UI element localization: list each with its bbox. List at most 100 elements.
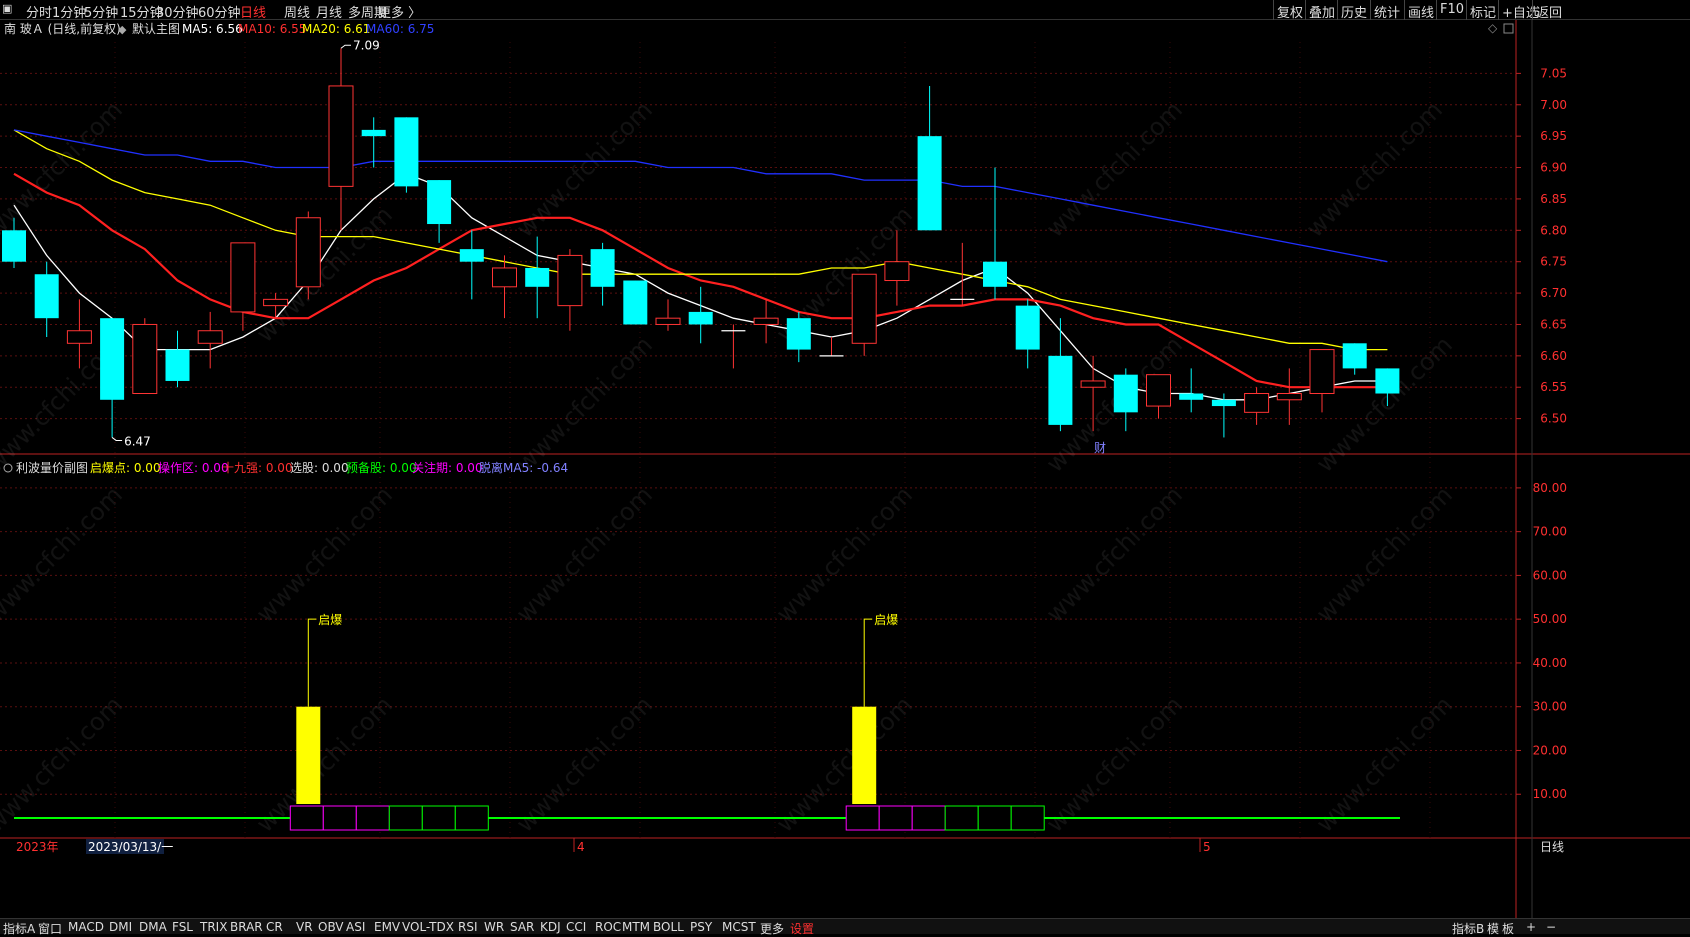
toolbar-button-7[interactable]: +自选 bbox=[1502, 2, 1539, 21]
candle-body-up bbox=[1244, 393, 1270, 413]
bottom-right-button-1[interactable]: 模 bbox=[1487, 920, 1499, 937]
indicator-tab-17[interactable]: KDJ bbox=[540, 920, 561, 934]
y-tick-label: 70.00 bbox=[1533, 525, 1567, 539]
sub-indicator-0: 启爆点: 0.00 bbox=[90, 461, 161, 475]
candle-body-up bbox=[66, 330, 92, 344]
watermark-text: www.cfchi.com bbox=[0, 96, 128, 243]
panel-maximize-icon bbox=[1503, 23, 1514, 34]
indicator-tab-25[interactable]: 设置 bbox=[790, 920, 814, 937]
indicator-tab-0[interactable]: 指标A bbox=[3, 920, 35, 937]
toolbar-button-8[interactable]: 返回 bbox=[1536, 2, 1562, 21]
stock-title: 南 玻Ａ (日线,前复权) bbox=[4, 21, 121, 36]
watermark-text: www.cfchi.com bbox=[771, 481, 918, 628]
period-tab-1[interactable]: 1分钟 bbox=[52, 2, 86, 21]
bottom-right-button-0[interactable]: 指标B bbox=[1452, 920, 1484, 937]
indicator-tab-22[interactable]: PSY bbox=[690, 920, 712, 934]
indicator-tab-9[interactable]: VR bbox=[296, 920, 313, 934]
toolbar-button-3[interactable]: 统计 bbox=[1374, 2, 1400, 21]
sub-indicator-3: 选股: 0.00 bbox=[290, 461, 349, 475]
indicator-tab-8[interactable]: CR bbox=[266, 920, 283, 934]
period-tab-7[interactable]: 周线 bbox=[284, 2, 310, 21]
bottom-right-button-2[interactable]: 板 bbox=[1502, 920, 1514, 937]
y-tick-label: 50.00 bbox=[1533, 612, 1567, 626]
candle-body-down bbox=[590, 249, 615, 287]
candle-body-up bbox=[1080, 380, 1106, 388]
y-tick-label: 10.00 bbox=[1533, 787, 1567, 801]
indicator-tab-10[interactable]: OBV bbox=[318, 920, 344, 934]
period-tab-4[interactable]: 30分钟 bbox=[156, 2, 199, 21]
period-tab-6[interactable]: 日线 bbox=[240, 2, 266, 21]
ma-line-ma60 bbox=[13, 129, 1388, 263]
indicator-tab-16[interactable]: SAR bbox=[510, 920, 534, 934]
indicator-tab-6[interactable]: TRIX bbox=[200, 920, 227, 934]
candle-body-down bbox=[1342, 343, 1367, 369]
candle-body-up bbox=[884, 261, 910, 282]
period-tab-5[interactable]: 60分钟 bbox=[198, 2, 241, 21]
indicator-tab-13[interactable]: VOL-TDX bbox=[402, 920, 454, 934]
candle-body-down bbox=[34, 274, 59, 319]
candle-body-up bbox=[753, 317, 779, 325]
indicator-tab-18[interactable]: CCI bbox=[566, 920, 586, 934]
panel-diamond-icon: ◇ bbox=[1488, 21, 1498, 35]
indicator-tab-5[interactable]: FSL bbox=[172, 920, 193, 934]
indicator-tab-12[interactable]: EMV bbox=[374, 920, 400, 934]
indicator-tab-15[interactable]: WR bbox=[484, 920, 504, 934]
zone-box bbox=[289, 805, 324, 831]
indicator-tab-4[interactable]: DMA bbox=[139, 920, 167, 934]
bottom-right-button-3[interactable]: + bbox=[1526, 920, 1536, 934]
toolbar-button-5[interactable]: F10 bbox=[1440, 2, 1464, 17]
indicator-tab-2[interactable]: MACD bbox=[68, 920, 104, 934]
watermark-text: www.cfchi.com bbox=[1041, 96, 1188, 243]
stock-chart[interactable]: www.cfchi.com www.cfchi.com www.cfchi.com w… bbox=[0, 20, 1690, 918]
candle-body-down bbox=[1211, 399, 1236, 407]
indicator-tab-23[interactable]: MCST bbox=[722, 920, 756, 934]
candle-body-up bbox=[1309, 349, 1335, 395]
ma60-value: MA60: 6.75 bbox=[366, 22, 434, 36]
high-marker-label: 7.09 bbox=[353, 38, 380, 52]
x-year-label: 2023年 bbox=[16, 840, 59, 854]
period-tab-2[interactable]: 5分钟 bbox=[84, 2, 118, 21]
low-marker-line bbox=[111, 437, 123, 441]
candlestick-series bbox=[2, 48, 1400, 438]
zone-box bbox=[878, 805, 913, 831]
low-marker-label: 6.47 bbox=[124, 434, 151, 448]
zone-box bbox=[355, 805, 390, 831]
indicator-tab-3[interactable]: DMI bbox=[109, 920, 132, 934]
template-arrow-icon: ◆ bbox=[118, 23, 127, 36]
indicator-tab-21[interactable]: BOLL bbox=[653, 920, 684, 934]
y-tick-label: 6.55 bbox=[1540, 380, 1567, 394]
indicator-tab-1[interactable]: 窗口 bbox=[38, 920, 62, 937]
candle-body-up bbox=[851, 273, 877, 344]
toolbar-separator bbox=[1273, 0, 1274, 20]
app-menu-icon[interactable]: ▣ bbox=[2, 2, 12, 15]
watermark-text: www.cfchi.com bbox=[511, 481, 658, 628]
period-label: 日线 bbox=[1540, 840, 1564, 854]
toolbar-separator bbox=[1305, 0, 1306, 20]
zone-box bbox=[388, 805, 423, 831]
candle-body-down bbox=[623, 280, 648, 325]
candle-body-up bbox=[655, 317, 681, 325]
candle-body-down bbox=[427, 180, 452, 225]
toolbar-button-4[interactable]: 画线 bbox=[1408, 2, 1434, 21]
candle-body-up bbox=[132, 323, 158, 395]
candle-body-up bbox=[492, 267, 517, 288]
period-tab-10[interactable]: 更多 〉 bbox=[378, 2, 421, 21]
indicator-tab-24[interactable]: 更多 bbox=[760, 920, 784, 937]
indicator-tab-7[interactable]: BRAR bbox=[230, 920, 263, 934]
y-tick-label: 80.00 bbox=[1533, 481, 1567, 495]
indicator-tab-11[interactable]: ASI bbox=[346, 920, 365, 934]
toolbar-separator bbox=[1370, 0, 1371, 20]
period-tab-8[interactable]: 月线 bbox=[316, 2, 342, 21]
bottom-right-button-4[interactable]: − bbox=[1546, 920, 1556, 934]
y-tick-label: 6.75 bbox=[1540, 255, 1567, 269]
period-tab-0[interactable]: 分时 bbox=[26, 2, 52, 21]
toolbar-button-6[interactable]: 标记 bbox=[1470, 2, 1496, 21]
candle-body-up bbox=[557, 254, 583, 307]
indicator-tab-19[interactable]: ROC bbox=[595, 920, 621, 934]
toolbar-button-2[interactable]: 历史 bbox=[1341, 2, 1367, 21]
toolbar-button-1[interactable]: 叠加 bbox=[1309, 2, 1335, 21]
indicator-tab-20[interactable]: MTM bbox=[622, 920, 650, 934]
indicator-tab-14[interactable]: RSI bbox=[458, 920, 478, 934]
toolbar-button-0[interactable]: 复权 bbox=[1277, 2, 1303, 21]
ma5-value: MA5: 6.56 bbox=[182, 22, 243, 36]
